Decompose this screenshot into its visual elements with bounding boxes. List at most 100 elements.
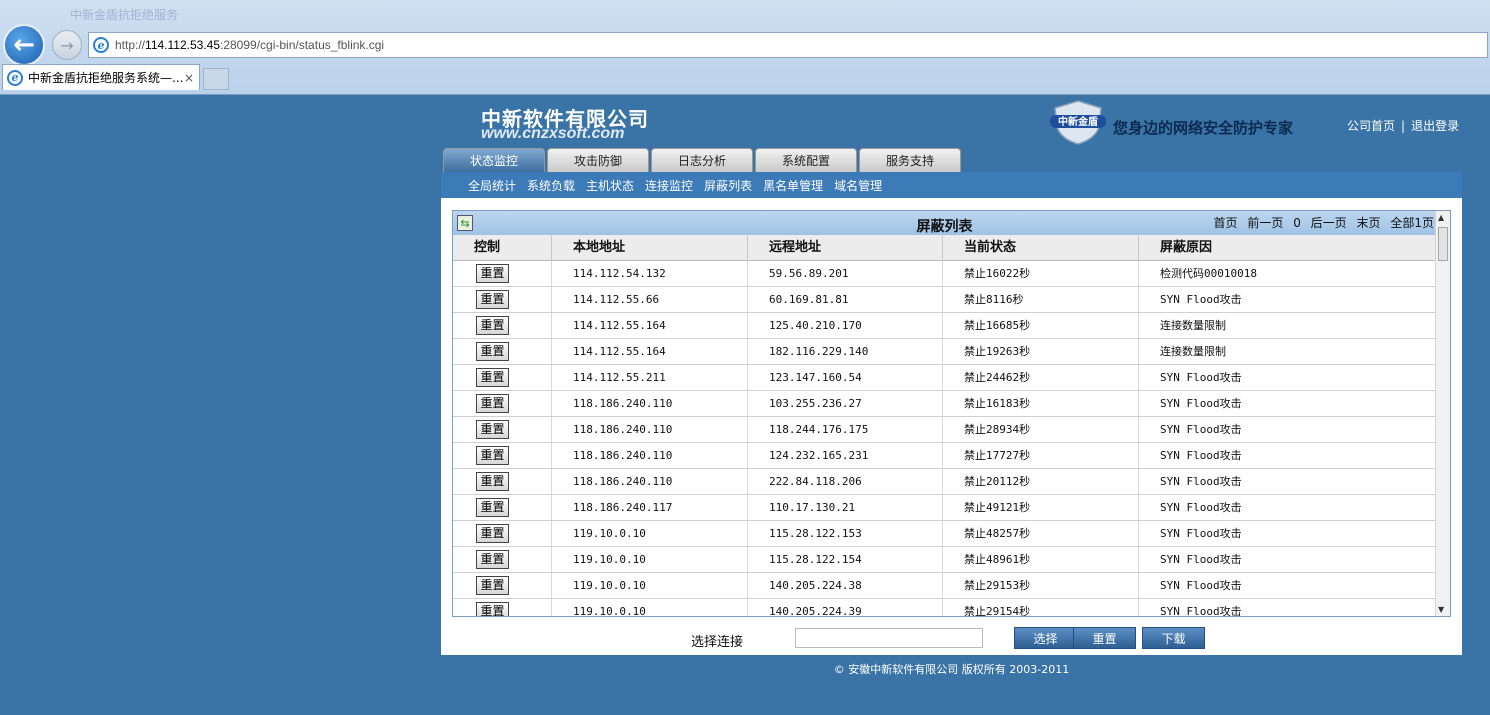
pager-first[interactable]: 首页 [1214,216,1238,230]
local-address-cell: 118.186.240.110 [552,443,748,468]
back-button[interactable]: ← [3,24,45,66]
block-list-grid: 屏蔽列表 ⇆ 首页 前一页 0 后一页 末页 全部1页 控制 本地地址 远程地址… [452,210,1451,617]
row-reset-button[interactable]: 重置 [476,550,509,569]
tab-service-support[interactable]: 服务支持 [859,148,961,172]
col-local-address: 本地地址 [552,235,748,261]
action-bar: 选择连接 选择 重置 下载 [441,626,1462,652]
tab-status-monitor[interactable]: 状态监控 [443,148,545,172]
row-reset-button[interactable]: 重置 [476,524,509,543]
local-address-cell: 118.186.240.110 [552,469,748,494]
row-reset-button[interactable]: 重置 [476,576,509,595]
local-address-cell: 114.112.55.211 [552,365,748,390]
shield-logo-icon: 中新金盾 [1050,100,1106,145]
row-reset-button[interactable]: 重置 [476,290,509,309]
close-tab-icon[interactable]: × [184,71,194,85]
subnav-global-stats[interactable]: 全局统计 [468,177,516,194]
subnav-connection-monitor[interactable]: 连接监控 [645,177,693,194]
reason-cell: SYN Flood攻击 [1160,371,1242,384]
subnav-block-list[interactable]: 屏蔽列表 [704,177,752,194]
row-reset-button[interactable]: 重置 [476,368,509,387]
row-reset-button[interactable]: 重置 [476,394,509,413]
select-connection-input[interactable] [795,628,983,648]
tab-attack-defense[interactable]: 攻击防御 [547,148,649,172]
row-reset-button[interactable]: 重置 [476,498,509,517]
control-cell: 重置 [453,599,552,616]
table-row: 重置 118.186.240.110 222.84.118.206 禁止20112秒 S… [453,469,1436,495]
table-row: 重置 118.186.240.110 124.232.165.231 禁止17727秒… [453,443,1436,469]
row-reset-button[interactable]: 重置 [476,316,509,335]
pager-total: 全部1页 [1390,216,1434,230]
select-button[interactable]: 选择 [1014,627,1077,649]
refresh-icon[interactable]: ⇆ [457,215,473,231]
status-cell: 禁止17727秒 [943,443,1139,468]
table-row: 重置 119.10.0.10 115.28.122.153 禁止48257秒 SYN F… [453,521,1436,547]
status-cell: 禁止20112秒 [943,469,1139,494]
table-row: 重置 114.112.55.211 123.147.160.54 禁止24462秒 SY… [453,365,1436,391]
local-address-cell: 119.10.0.10 [552,599,748,616]
url-host: 114.112.53.45 [145,38,220,52]
reset-all-button[interactable]: 重置 [1073,627,1136,649]
local-address-cell: 119.10.0.10 [552,521,748,546]
forward-button[interactable]: → [52,30,82,60]
tab-title: 中新金盾抗拒绝服务系统—... [28,71,184,85]
control-cell: 重置 [453,391,552,416]
row-reset-button[interactable]: 重置 [476,446,509,465]
row-reset-button[interactable]: 重置 [476,602,509,616]
local-address-cell: 118.186.240.117 [552,495,748,520]
remote-address-cell: 118.244.176.175 [748,417,943,442]
table-row: 重置 119.10.0.10 140.205.224.38 禁止29153秒 SYN F… [453,573,1436,599]
control-cell: 重置 [453,495,552,520]
select-connection-label: 选择连接 [691,635,744,650]
control-cell: 重置 [453,261,552,286]
subnav-system-load[interactable]: 系统负载 [527,177,575,194]
status-cell: 禁止49121秒 [943,495,1139,520]
reason-cell: SYN Flood攻击 [1160,423,1242,436]
logout-link[interactable]: 退出登录 [1411,119,1459,133]
reason-cell: SYN Flood攻击 [1160,579,1242,592]
scroll-up-icon[interactable]: ▲ [1438,213,1444,222]
table-row: 重置 119.10.0.10 115.28.122.154 禁止48961秒 SYN F… [453,547,1436,573]
remote-address-cell: 123.147.160.54 [748,365,943,390]
reason-cell: SYN Flood攻击 [1160,527,1242,540]
pager-current: 0 [1293,216,1301,230]
svg-text:中新金盾: 中新金盾 [1058,115,1098,128]
reason-cell: 连接数量限制 [1160,345,1226,358]
download-button[interactable]: 下载 [1142,627,1205,649]
vertical-scrollbar[interactable]: ▲ ▼ [1435,211,1450,616]
remote-address-cell: 115.28.122.153 [748,521,943,546]
footer-copyright: © 安徽中新软件有限公司 版权所有 2003-2011 [833,663,1070,676]
pager-next[interactable]: 后一页 [1311,216,1347,230]
scroll-thumb[interactable] [1438,227,1448,261]
browser-tab[interactable]: e 中新金盾抗拒绝服务系统—... × [2,64,200,90]
top-links: 公司首页 | 退出登录 [1347,117,1459,134]
remote-address-cell: 182.116.229.140 [748,339,943,364]
row-reset-button[interactable]: 重置 [476,420,509,439]
remote-address-cell: 222.84.118.206 [748,469,943,494]
status-cell: 禁止16685秒 [943,313,1139,338]
tab-log-analysis[interactable]: 日志分析 [651,148,753,172]
status-cell: 禁止19263秒 [943,339,1139,364]
scroll-down-icon[interactable]: ▼ [1438,605,1444,614]
local-address-cell: 118.186.240.110 [552,417,748,442]
row-reset-button[interactable]: 重置 [476,264,509,283]
row-reset-button[interactable]: 重置 [476,342,509,361]
col-current-status: 当前状态 [943,235,1139,261]
tab-system-config[interactable]: 系统配置 [755,148,857,172]
pager-last[interactable]: 末页 [1357,216,1381,230]
status-cell: 禁止16022秒 [943,261,1139,286]
home-link[interactable]: 公司首页 [1347,119,1395,133]
local-address-cell: 118.186.240.110 [552,391,748,416]
pager-prev[interactable]: 前一页 [1247,216,1283,230]
remote-address-cell: 140.205.224.39 [748,599,943,616]
subnav-domain-manage[interactable]: 域名管理 [834,177,882,194]
row-reset-button[interactable]: 重置 [476,472,509,491]
remote-address-cell: 124.232.165.231 [748,443,943,468]
subnav-blacklist-manage[interactable]: 黑名单管理 [763,177,823,194]
local-address-cell: 114.112.55.164 [552,339,748,364]
address-bar[interactable]: e http://114.112.53.45:28099/cgi-bin/sta… [88,32,1488,58]
table-row: 重置 119.10.0.10 140.205.224.39 禁止29154秒 SYN F… [453,599,1436,616]
table-row: 重置 114.112.55.164 125.40.210.170 禁止16685秒 连接… [453,313,1436,339]
new-tab-button[interactable] [203,68,229,90]
subnav-host-status[interactable]: 主机状态 [586,177,634,194]
table-row: 重置 114.112.55.66 60.169.81.81 禁止8116秒 SYN Fl… [453,287,1436,313]
